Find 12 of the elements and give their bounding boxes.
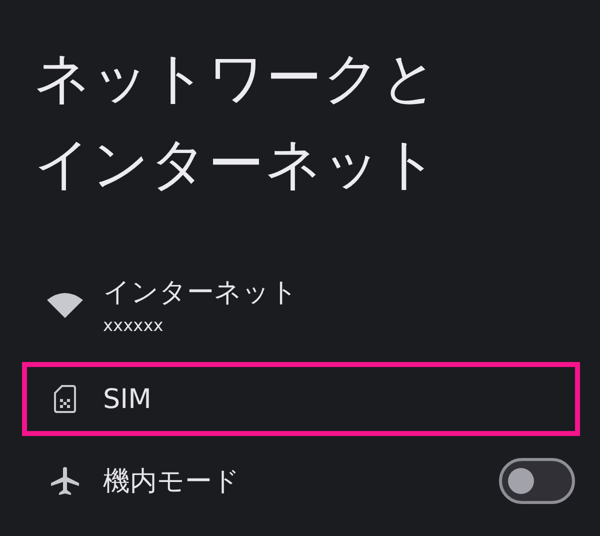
settings-item[interactable]: インターネット xxxxxx	[22, 260, 580, 350]
item-label: 機内モード	[103, 465, 241, 499]
airplane-icon	[50, 466, 80, 496]
settings-item[interactable]: 機内モード	[22, 444, 580, 518]
page-title: ネットワークと インターネット	[34, 45, 440, 199]
sim-card-icon	[54, 385, 76, 413]
toggle-switch[interactable]	[499, 458, 575, 504]
item-label: インターネット	[103, 276, 299, 310]
item-subtitle: xxxxxx	[103, 316, 164, 336]
wifi-icon	[47, 292, 83, 318]
item-label: SIM	[103, 384, 152, 414]
settings-item[interactable]: SIM	[22, 362, 580, 436]
